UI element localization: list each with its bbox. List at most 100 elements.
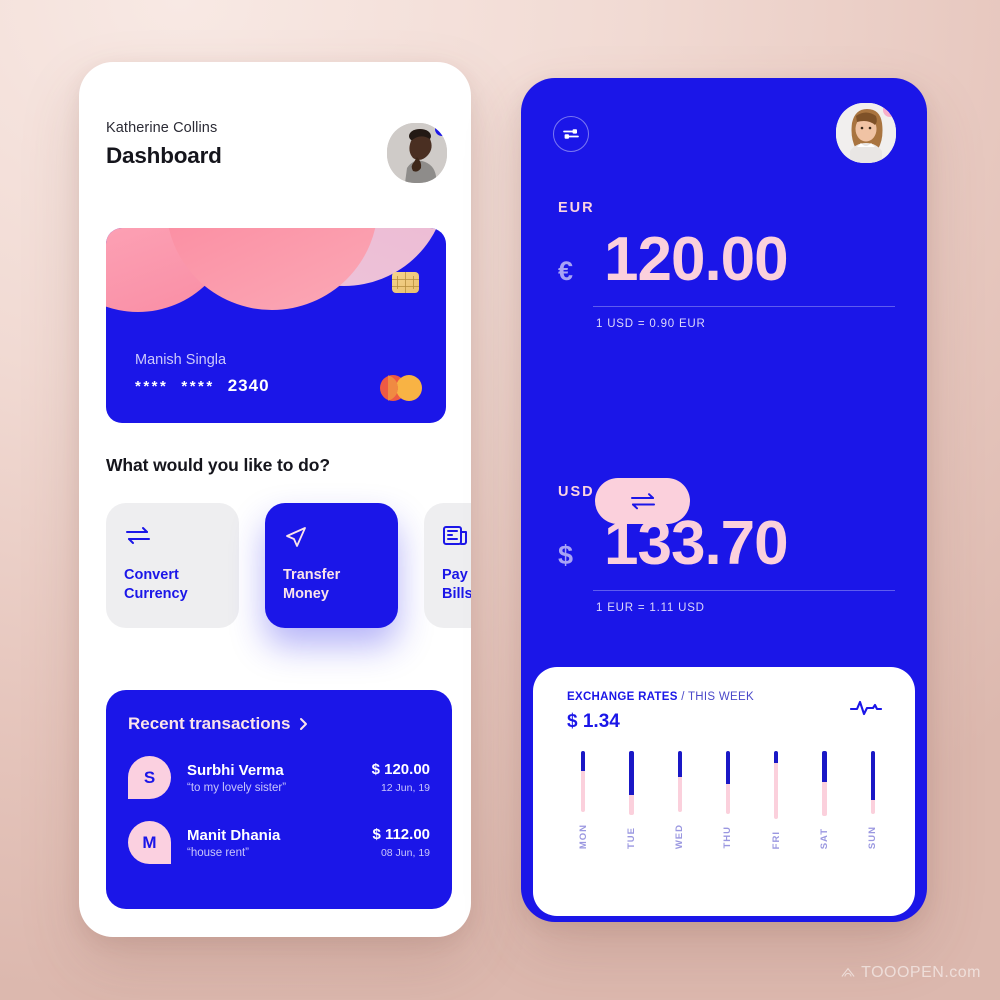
bar: [822, 751, 827, 816]
weekly-rate-bar-chart: MON TUE WED THU FRI SAT SUN: [559, 751, 897, 849]
action-card-pay-bills[interactable]: Pay Bills: [424, 503, 471, 628]
currency-amount-row[interactable]: $ 133.70: [558, 509, 895, 578]
bar-column: THU: [704, 751, 752, 849]
notification-dot: [435, 123, 447, 136]
phone-screen-currency-exchange: EUR € 120.00 1 USD = 0.90 EUR USD $ 133.…: [521, 78, 927, 922]
bar-column: MON: [559, 751, 607, 849]
action-card-transfer-money[interactable]: Transfer Money: [265, 503, 398, 628]
transaction-date: 08 Jun, 19: [380, 847, 430, 859]
quick-actions-row[interactable]: Convert Currency Transfer Money Pay Bill…: [106, 503, 471, 663]
bar-segment-blue: [677, 751, 682, 778]
bar-segment-pink: [677, 777, 682, 812]
avatar[interactable]: [387, 123, 447, 183]
divider: [593, 305, 895, 307]
table-row[interactable]: M Manit Dhania “house rent” $ 112.00 08 …: [128, 821, 430, 864]
avatar: S: [128, 756, 171, 799]
transaction-info: Surbhi Verma “to my lovely sister”: [187, 762, 372, 794]
transaction-meta: $ 120.00 12 Jun, 19: [372, 761, 430, 794]
avatar[interactable]: [836, 103, 896, 163]
cloud-logo-icon: [841, 967, 855, 977]
bar-column: TUE: [607, 751, 655, 849]
chevron-right-icon[interactable]: [299, 717, 308, 731]
pulse-activity-icon: [850, 700, 882, 716]
transaction-amount: $ 112.00: [372, 826, 430, 843]
bar-segment-blue: [725, 751, 731, 784]
transaction-meta: $ 112.00 08 Jun, 19: [372, 826, 430, 859]
card-mask-group-2: ****: [181, 377, 215, 395]
swap-horizontal-icon: [124, 524, 221, 552]
bar-segment-blue: [581, 751, 586, 772]
bar-label: SUN: [867, 825, 879, 849]
cardholder-name: Manish Singla: [135, 352, 227, 368]
chart-title-bold: EXCHANGE RATES: [567, 691, 678, 703]
table-row[interactable]: S Surbhi Verma “to my lovely sister” $ 1…: [128, 756, 430, 799]
bar-segment-pink: [629, 794, 634, 815]
currency-amount-row[interactable]: € 120.00: [558, 225, 895, 294]
bar-label: MON: [577, 823, 589, 849]
divider: [593, 589, 895, 591]
mastercard-logo: [380, 375, 422, 401]
watermark: TOOOPEN.com: [840, 964, 981, 982]
bar: [581, 751, 586, 812]
card-last-four: 2340: [227, 376, 270, 395]
recent-transactions-header[interactable]: Recent transactions: [128, 714, 430, 734]
recent-transactions-title: Recent transactions: [128, 714, 291, 733]
emv-chip-icon: [392, 272, 419, 293]
currency-code-from: EUR: [558, 200, 595, 216]
bar-label: TUE: [625, 827, 637, 849]
action-card-label: Transfer Money: [283, 567, 341, 603]
exchange-rates-chart-card: EXCHANGE RATES / THIS WEEK $ 1.34 MON TUE…: [533, 667, 915, 916]
currency-symbol-from: €: [558, 256, 574, 286]
bar-column: FRI: [752, 751, 800, 849]
bar: [774, 751, 779, 819]
exchange-rate-to: 1 EUR = 1.11 USD: [596, 601, 705, 614]
chart-title-light: / THIS WEEK: [681, 691, 754, 703]
bar-segment-blue: [870, 751, 875, 801]
transaction-amount: $ 120.00: [371, 761, 430, 778]
bar-segment-pink: [774, 763, 779, 819]
action-card-convert-currency[interactable]: Convert Currency: [106, 503, 239, 628]
bar-segment-pink: [581, 771, 586, 812]
transaction-note: “to my lovely sister”: [187, 781, 287, 794]
currency-code-to: USD: [558, 484, 595, 500]
bar-column: WED: [656, 751, 704, 849]
transaction-note: “house rent”: [187, 846, 250, 859]
dashboard-header: Katherine Collins Dashboard: [106, 120, 447, 200]
currency-value-from: 120.00: [604, 225, 789, 294]
bar-column: SUN: [849, 751, 897, 849]
bar-segment-pink: [822, 782, 827, 816]
card-decor-blob: [166, 228, 378, 310]
bar-segment-blue: [774, 751, 779, 764]
currency-value-to: 133.70: [604, 509, 789, 578]
bar: [870, 751, 875, 814]
actions-prompt: What would you like to do?: [106, 455, 330, 475]
bar-segment-pink: [725, 784, 731, 815]
exchange-rate-from: 1 USD = 0.90 EUR: [596, 317, 706, 330]
card-mask-group-1: ****: [135, 377, 169, 395]
action-card-label: Pay Bills: [442, 567, 471, 603]
transaction-info: Manit Dhania “house rent”: [187, 827, 372, 859]
bar: [629, 751, 634, 815]
bar: [677, 751, 682, 812]
transaction-name: Manit Dhania: [187, 826, 281, 844]
bar-label: FRI: [770, 830, 782, 849]
transaction-date: 12 Jun, 19: [380, 782, 430, 794]
bar-segment-blue: [822, 751, 827, 783]
bar: [725, 751, 731, 815]
settings-button[interactable]: [553, 116, 589, 152]
card-number: **** **** 2340: [135, 376, 270, 396]
bill-receipt-icon: [442, 524, 471, 552]
bar-label: SAT: [819, 827, 831, 849]
currency-symbol-to: $: [558, 540, 574, 570]
action-card-label: Convert Currency: [124, 567, 188, 603]
bar-column: SAT: [800, 751, 848, 849]
credit-card[interactable]: Manish Singla **** **** 2340: [106, 228, 446, 423]
currency-to-block: USD $ 133.70 1 EUR = 1.11 USD: [558, 484, 895, 614]
recent-transactions-card: Recent transactions S Surbhi Verma “to m…: [106, 690, 452, 909]
transaction-name: Surbhi Verma: [187, 761, 284, 779]
currency-from-block: EUR € 120.00 1 USD = 0.90 EUR: [558, 200, 895, 330]
avatar: M: [128, 821, 171, 864]
bar-segment-blue: [629, 751, 634, 795]
sliders-settings-icon: [563, 129, 579, 139]
notification-dot: [883, 103, 896, 117]
